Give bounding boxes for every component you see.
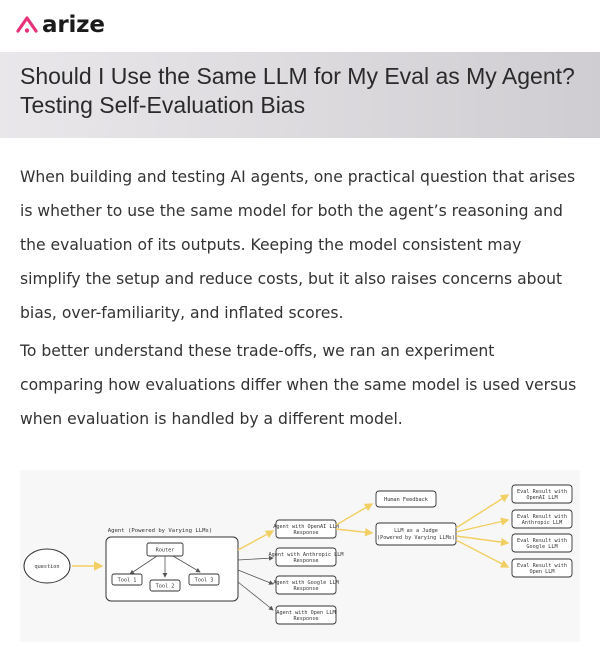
- eval-result-4-line2: Open LLM: [530, 569, 555, 575]
- tool-1-label: Tool 1: [118, 578, 137, 584]
- agent-output-2: Agent with Anthropic LLM Response: [269, 547, 343, 567]
- eval-result-3-line2: Google LLM: [526, 544, 557, 550]
- tool-2-label: Tool 2: [156, 584, 175, 590]
- agent-output-4: Agent with Open LLM Response: [275, 605, 337, 625]
- agent-output-3-line2: Response: [294, 586, 319, 592]
- eval-result-1: Eval Result with OpenAI LLM: [511, 484, 573, 504]
- arize-logo[interactable]: arize: [16, 12, 105, 38]
- arrow-agent-output-1: [237, 530, 275, 551]
- arrow-agent-output-2: [237, 555, 274, 561]
- eval-result-3: Eval Result with Google LLM: [511, 533, 573, 553]
- judge-node: [375, 522, 457, 546]
- arrow-output-judge: [335, 528, 374, 537]
- agent-output-1: Agent with OpenAI LLM Response: [273, 519, 339, 539]
- arrow-judge-result-1: [455, 494, 510, 529]
- arize-logo-icon: [16, 16, 38, 33]
- paragraph-experiment: To better understand these trade-offs, w…: [20, 342, 577, 428]
- logo-text: arize: [42, 12, 105, 38]
- eval-result-2: Eval Result with Anthropic LLM: [511, 509, 573, 529]
- agent-output-3: Agent with Google LLM Response: [273, 575, 339, 595]
- arrow-judge-result-2: [455, 517, 510, 533]
- agent-output-4-line2: Response: [294, 616, 319, 622]
- article-body: When building and testing AI agents, one…: [20, 160, 582, 440]
- page-title: Should I Use the Same LLM for My Eval as…: [20, 63, 575, 118]
- paragraph-intro: When building and testing AI agents, one…: [20, 168, 576, 322]
- arrow-judge-result-3: [455, 535, 510, 547]
- top-bar: arize: [0, 0, 600, 52]
- eval-result-2-line2: Anthropic LLM: [522, 520, 563, 526]
- diagram-svg: question Agent (Powered by Varying LLMs)…: [23, 484, 573, 625]
- arrow-agent-output-4: [237, 581, 274, 611]
- judge-line1: LLM as a Judge: [394, 528, 438, 534]
- tool-3-label: Tool 3: [195, 578, 214, 584]
- arrow-judge-result-4: [455, 539, 510, 568]
- judge-line2: (Powered by Varying LLMs): [377, 535, 455, 541]
- eval-result-4: Eval Result with Open LLM: [511, 558, 573, 578]
- title-banner: Should I Use the Same LLM for My Eval as…: [0, 52, 600, 138]
- human-feedback-label: Human Feedback: [384, 497, 429, 503]
- arrow-agent-output-3: [237, 569, 274, 585]
- router-label: Router: [156, 548, 175, 554]
- question-label: question: [35, 564, 60, 570]
- arrow-output-feedback: [335, 503, 374, 526]
- agent-label: Agent (Powered by Varying LLMs): [108, 528, 212, 534]
- agent-output-2-line2: Response: [294, 558, 319, 564]
- eval-result-1-line2: OpenAI LLM: [526, 495, 557, 501]
- experiment-diagram: question Agent (Powered by Varying LLMs)…: [20, 470, 580, 642]
- agent-output-1-line2: Response: [294, 530, 319, 536]
